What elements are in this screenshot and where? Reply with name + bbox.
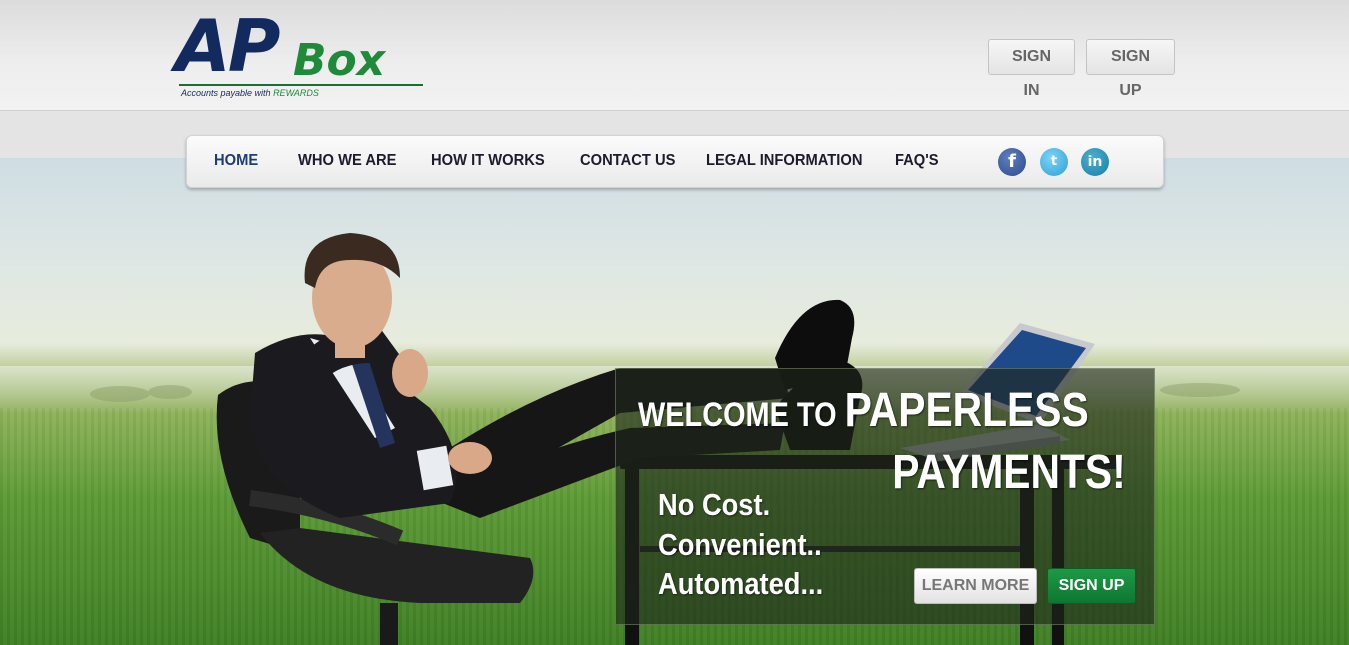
main-nav: HOME WHO WE ARE HOW IT WORKS CONTACT US … [186, 135, 1164, 188]
logo-tagline: Accounts payable with REWARDS [181, 88, 319, 98]
nav-how-it-works[interactable]: HOW IT WORKS [431, 152, 545, 174]
logo-tagline-rewards: REWARDS [273, 88, 319, 98]
apbox-logo[interactable]: AP Box Accounts payable with REWARDS [175, 6, 425, 104]
welcome-heading-line2: PAYMENTS! [892, 446, 1126, 499]
logo-ap-text: AP [175, 4, 280, 88]
nav-faqs[interactable]: FAQ'S [895, 152, 939, 174]
logo-tagline-prefix: Accounts payable with [181, 88, 274, 98]
sign-up-button[interactable]: SIGN UP [1086, 39, 1175, 99]
logo-underline [179, 84, 423, 86]
facebook-icon[interactable]: f [998, 148, 1026, 176]
tagline-convenient: Convenient.. [658, 527, 822, 562]
site-header: AP Box Accounts payable with REWARDS SIG… [0, 0, 1349, 111]
twitter-icon[interactable]: t [1040, 148, 1068, 176]
nav-home[interactable]: HOME [214, 152, 258, 174]
paperless-text: PAPERLESS [844, 384, 1089, 437]
tagline-no-cost: No Cost. [658, 487, 771, 522]
learn-more-button[interactable]: LEARN MORE [914, 568, 1037, 604]
welcome-to-text: WELCOME TO [638, 396, 845, 434]
nav-contact-us[interactable]: CONTACT US [580, 152, 675, 174]
welcome-heading-line1: WELCOME TO PAPERLESS [638, 383, 1089, 438]
sign-in-button[interactable]: SIGN IN [988, 39, 1075, 99]
welcome-panel: WELCOME TO PAPERLESS PAYMENTS! No Cost. … [615, 368, 1155, 625]
nav-who-we-are[interactable]: WHO WE ARE [298, 152, 396, 174]
hero-sign-up-button[interactable]: SIGN UP [1047, 568, 1136, 604]
nav-legal-information[interactable]: LEGAL INFORMATION [706, 152, 862, 174]
logo-box-text: Box [293, 35, 386, 86]
tagline-automated: Automated... [658, 566, 824, 601]
linkedin-icon[interactable]: in [1081, 148, 1109, 176]
